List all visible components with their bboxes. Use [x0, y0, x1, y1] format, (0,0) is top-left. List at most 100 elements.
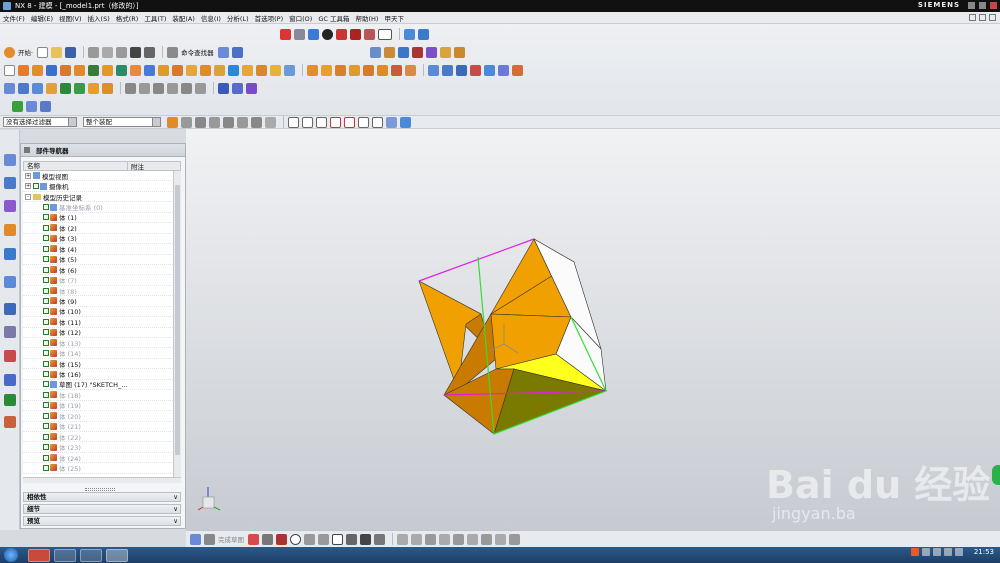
- mirror-icon[interactable]: [284, 64, 295, 76]
- wcs-icon[interactable]: [404, 28, 415, 40]
- chamfer-icon[interactable]: [200, 64, 211, 76]
- column-name-header[interactable]: 名称: [24, 162, 128, 170]
- select-feature-icon[interactable]: [181, 116, 192, 128]
- tree-node[interactable]: 体 (22): [23, 432, 173, 443]
- details-section[interactable]: 细节 ∨: [23, 504, 181, 514]
- visibility-checkbox[interactable]: [43, 214, 49, 221]
- show-hide-icon[interactable]: [232, 82, 243, 94]
- tree-node[interactable]: 体 (8): [23, 286, 173, 297]
- select-edge-icon[interactable]: [209, 116, 220, 128]
- zoom-window-icon[interactable]: [167, 82, 178, 94]
- tree-node[interactable]: 基准坐标系 (0): [23, 202, 173, 213]
- tree-node[interactable]: 体 (11): [23, 317, 173, 328]
- tree-node[interactable]: 体 (4): [23, 244, 173, 255]
- select-point-icon[interactable]: [251, 116, 262, 128]
- menu-preferences[interactable]: 首选项(P): [255, 13, 284, 23]
- tree-node[interactable]: 体 (25): [23, 463, 173, 474]
- start-menu-button[interactable]: [4, 548, 18, 562]
- sync-offset-icon[interactable]: [335, 64, 346, 76]
- tree-node[interactable]: 体 (24): [23, 453, 173, 464]
- zoom-in-out-icon[interactable]: [153, 82, 164, 94]
- open-file-icon[interactable]: [51, 46, 63, 58]
- graphics-window[interactable]: Bai du 经验 jingyan.ba: [186, 129, 1000, 530]
- shell-icon[interactable]: [214, 64, 225, 76]
- visibility-checkbox[interactable]: [43, 329, 49, 336]
- menu-edit[interactable]: 编辑(E): [31, 13, 53, 23]
- polyhedron-model[interactable]: [418, 238, 608, 435]
- visibility-checkbox[interactable]: [43, 360, 49, 367]
- shaded-icon[interactable]: [336, 28, 347, 40]
- pin-icon[interactable]: [24, 147, 30, 153]
- component-icon[interactable]: [384, 46, 395, 58]
- rectangle-select-icon[interactable]: [265, 116, 276, 128]
- extrude-icon[interactable]: [18, 64, 29, 76]
- sync-replace-icon[interactable]: [349, 64, 360, 76]
- visibility-checkbox[interactable]: [43, 297, 49, 304]
- scrollbar-thumb[interactable]: [175, 185, 180, 455]
- finish-sketch-icon[interactable]: [204, 533, 215, 545]
- copy-icon[interactable]: [102, 46, 114, 58]
- tree-node[interactable]: 体 (1): [23, 213, 173, 224]
- constraint-icon[interactable]: [398, 46, 409, 58]
- preview-section[interactable]: 预览 ∨: [23, 516, 181, 526]
- tree-node[interactable]: 体 (14): [23, 348, 173, 359]
- mate-icon[interactable]: [412, 46, 423, 58]
- point-icon[interactable]: [360, 533, 371, 545]
- snap-center-icon[interactable]: [330, 116, 341, 128]
- visibility-checkbox[interactable]: [43, 381, 49, 388]
- circle-icon[interactable]: [290, 533, 301, 545]
- ruled-icon[interactable]: [470, 64, 481, 76]
- menu-file[interactable]: 文件(F): [3, 13, 25, 23]
- sync-resize-icon[interactable]: [363, 64, 374, 76]
- menu-insert[interactable]: 插入(S): [88, 13, 110, 23]
- quick-extend-icon[interactable]: [411, 533, 422, 545]
- new-file-icon[interactable]: [37, 46, 49, 58]
- constraint-navigator-icon[interactable]: [4, 177, 16, 189]
- select-face-icon[interactable]: [195, 116, 206, 128]
- line-icon[interactable]: [262, 533, 273, 545]
- visibility-checkbox[interactable]: [43, 318, 49, 325]
- sync-dimension-icon[interactable]: [405, 64, 416, 76]
- expand-toggle-icon[interactable]: -: [25, 193, 31, 200]
- hole-icon[interactable]: [60, 64, 71, 76]
- tree-node[interactable]: 体 (13): [23, 338, 173, 349]
- snap-mid-icon[interactable]: [302, 116, 313, 128]
- tray-icon[interactable]: [921, 548, 930, 556]
- manufacturing-wizard-icon[interactable]: [4, 374, 16, 386]
- menu-window[interactable]: 窗口(O): [289, 13, 312, 23]
- tree-node[interactable]: + 摄像机: [23, 181, 173, 192]
- make-corner-icon[interactable]: [425, 533, 436, 545]
- refresh-icon[interactable]: [181, 82, 192, 94]
- start-button[interactable]: 开始·: [18, 47, 33, 57]
- command-finder-icon[interactable]: [167, 46, 179, 58]
- visibility-checkbox[interactable]: [33, 183, 39, 190]
- visibility-checkbox[interactable]: [43, 402, 49, 409]
- tree-node[interactable]: 体 (5): [23, 255, 173, 265]
- select-body-icon[interactable]: [223, 116, 234, 128]
- explode-icon[interactable]: [440, 46, 451, 58]
- sew-icon[interactable]: [498, 64, 509, 76]
- doc-minimize-button[interactable]: [969, 14, 976, 21]
- tree-node[interactable]: 体 (20): [23, 411, 173, 422]
- move-to-layer-icon[interactable]: [246, 82, 257, 94]
- background-color-icon[interactable]: [378, 28, 392, 40]
- measure-angle-icon[interactable]: [40, 100, 51, 112]
- layer-icon[interactable]: [218, 82, 229, 94]
- maximize-button[interactable]: [979, 2, 986, 9]
- tree-node[interactable]: 草图 (17) "SKETCH_...: [23, 380, 173, 391]
- section-icon[interactable]: [364, 28, 375, 40]
- expand-toggle-icon[interactable]: +: [25, 172, 31, 179]
- tree-node[interactable]: + 模型视图: [23, 171, 173, 182]
- visibility-checkbox[interactable]: [43, 266, 49, 273]
- sketch-task-icon[interactable]: [190, 533, 201, 545]
- swept-icon[interactable]: [456, 64, 467, 76]
- pattern-icon[interactable]: [426, 46, 437, 58]
- surface-icon[interactable]: [428, 64, 439, 76]
- draft-icon[interactable]: [228, 64, 239, 76]
- command-finder-button[interactable]: 命令查找器: [181, 47, 214, 57]
- assembly-icon[interactable]: [370, 46, 381, 58]
- shaded-edges-icon[interactable]: [350, 28, 361, 40]
- snap-existing-point-icon[interactable]: [358, 116, 369, 128]
- process-studio-icon[interactable]: [4, 350, 16, 362]
- cut-icon[interactable]: [88, 46, 100, 58]
